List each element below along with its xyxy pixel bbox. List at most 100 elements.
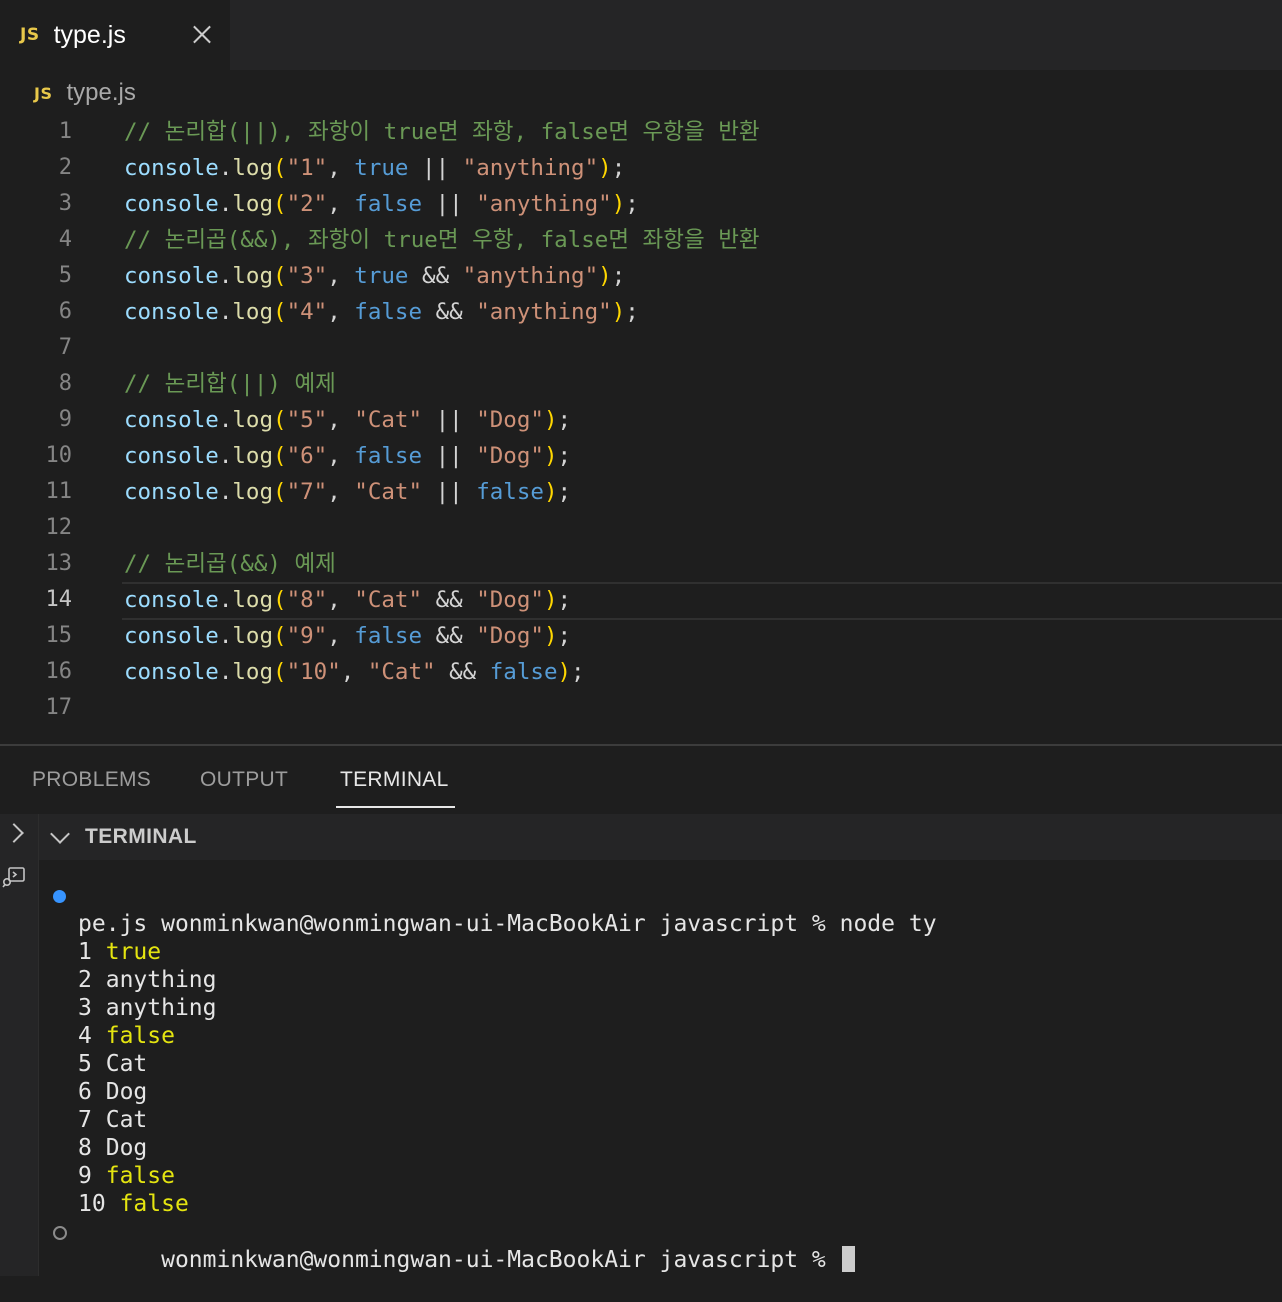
code-line[interactable]: 1 // 논리합(||), 좌항이 true면 좌항, false면 우항을 반환 bbox=[0, 114, 1282, 150]
code-token: log bbox=[232, 155, 274, 181]
code-text: // 논리곱(&&), 좌항이 true면 우항, false면 좌항을 반환 bbox=[124, 222, 760, 258]
line-number: 4 bbox=[58, 227, 72, 252]
terminal-output-line: 10 false bbox=[52, 1190, 1272, 1218]
output-value: false bbox=[105, 1023, 175, 1049]
output-value: anything bbox=[105, 967, 217, 993]
code-token: ; bbox=[571, 659, 585, 685]
line-number: 8 bbox=[58, 371, 72, 396]
code-token: && bbox=[408, 263, 463, 289]
code-line[interactable]: 5 console.log("3", true && "anything"); bbox=[0, 258, 1282, 294]
code-token: ) bbox=[557, 659, 572, 685]
code-text: console.log("8", "Cat" && "Dog"); bbox=[124, 582, 571, 618]
output-label: 8 bbox=[78, 1135, 92, 1161]
chevron-down-icon[interactable] bbox=[50, 824, 70, 844]
code-token: console bbox=[124, 479, 219, 505]
code-token: "5" bbox=[286, 407, 328, 433]
code-token: "1" bbox=[286, 155, 328, 181]
code-text: console.log("5", "Cat" || "Dog"); bbox=[124, 402, 571, 438]
code-text: // 논리곱(&&) 예제 bbox=[124, 546, 336, 582]
code-token: . bbox=[218, 299, 233, 325]
code-token: // 논리합(||) 예제 bbox=[124, 371, 336, 397]
code-token: . bbox=[218, 623, 233, 649]
terminal-output-line: 7 Cat bbox=[52, 1106, 1272, 1134]
close-icon[interactable] bbox=[190, 22, 214, 46]
line-number: 10 bbox=[45, 443, 73, 468]
code-token: ; bbox=[557, 479, 572, 505]
terminal-cursor bbox=[841, 1246, 855, 1272]
code-line[interactable]: 16 console.log("10", "Cat" && false); bbox=[0, 654, 1282, 690]
code-token: . bbox=[218, 659, 233, 685]
code-token: log bbox=[232, 443, 274, 469]
code-token: true bbox=[354, 155, 409, 181]
terminal-prompt-line[interactable]: wonminkwan@wonmingwan-ui-MacBookAir java… bbox=[52, 1218, 1272, 1273]
code-line[interactable]: 17 bbox=[0, 690, 1282, 726]
code-text: console.log("3", true && "anything"); bbox=[124, 258, 625, 294]
terminal-output[interactable]: wonminkwan@wonmingwan-ui-MacBookAir java… bbox=[52, 882, 1272, 1273]
code-text: console.log("4", false && "anything"); bbox=[124, 294, 639, 330]
code-token: log bbox=[232, 623, 274, 649]
terminal-output-line: 2 anything bbox=[52, 966, 1272, 994]
code-token: "2" bbox=[286, 191, 328, 217]
code-token: ) bbox=[543, 479, 558, 505]
terminal-output-line: 6 Dog bbox=[52, 1078, 1272, 1106]
code-token: false bbox=[354, 299, 423, 325]
code-line[interactable]: 15 console.log("9", false && "Dog"); bbox=[0, 618, 1282, 654]
code-line[interactable]: 8 // 논리합(||) 예제 bbox=[0, 366, 1282, 402]
code-token: "anything" bbox=[462, 155, 599, 181]
breadcrumb-file[interactable]: type.js bbox=[66, 79, 135, 107]
code-token: ) bbox=[611, 299, 626, 325]
code-token: "Cat" bbox=[354, 479, 423, 505]
code-token: "9" bbox=[286, 623, 328, 649]
code-token: ; bbox=[625, 299, 639, 325]
code-text: // 논리합(||), 좌항이 true면 좌항, false면 우항을 반환 bbox=[124, 114, 760, 150]
code-line[interactable]: 13 // 논리곱(&&) 예제 bbox=[0, 546, 1282, 582]
line-number: 14 bbox=[45, 587, 73, 612]
output-label: 5 bbox=[78, 1051, 92, 1077]
code-token: console bbox=[124, 623, 219, 649]
code-token: "10" bbox=[286, 659, 341, 685]
code-token: && bbox=[422, 623, 477, 649]
output-label: 10 bbox=[78, 1191, 106, 1217]
code-token: "Dog" bbox=[476, 443, 544, 469]
code-token: log bbox=[232, 587, 274, 613]
active-tab-indicator bbox=[336, 806, 455, 808]
tab-terminal[interactable]: TERMINAL bbox=[340, 768, 449, 792]
code-token: , bbox=[327, 623, 355, 649]
tab-output[interactable]: OUTPUT bbox=[200, 768, 288, 792]
code-token: ; bbox=[557, 587, 572, 613]
code-token: "Cat" bbox=[354, 407, 423, 433]
code-token: ) bbox=[543, 407, 558, 433]
breadcrumb[interactable]: JS type.js bbox=[34, 76, 136, 110]
code-token: "4" bbox=[286, 299, 328, 325]
code-line[interactable]: 2 console.log("1", true || "anything"); bbox=[0, 150, 1282, 186]
code-line[interactable]: 7 bbox=[0, 330, 1282, 366]
chevron-right-icon[interactable] bbox=[4, 823, 24, 843]
code-editor[interactable]: 1 // 논리합(||), 좌항이 true면 좌항, false면 우항을 반환… bbox=[0, 114, 1282, 744]
code-token: "Cat" bbox=[354, 587, 423, 613]
terminal-section-header[interactable]: TERMINAL bbox=[39, 814, 1282, 860]
output-label: 7 bbox=[78, 1107, 92, 1133]
output-label: 3 bbox=[78, 995, 92, 1021]
code-token: ; bbox=[557, 407, 572, 433]
tab-type-js[interactable]: JS type.js bbox=[0, 0, 230, 70]
code-token: console bbox=[124, 191, 219, 217]
code-line[interactable]: 11 console.log("7", "Cat" || false); bbox=[0, 474, 1282, 510]
code-line[interactable]: 10 console.log("6", false || "Dog"); bbox=[0, 438, 1282, 474]
tab-label: type.js bbox=[53, 20, 126, 49]
line-number: 17 bbox=[45, 695, 73, 720]
code-token: "anything" bbox=[476, 299, 612, 325]
code-line[interactable]: 6 console.log("4", false && "anything"); bbox=[0, 294, 1282, 330]
code-token: console bbox=[124, 407, 219, 433]
tab-problems[interactable]: PROBLEMS bbox=[32, 768, 151, 792]
line-number: 7 bbox=[58, 335, 72, 360]
code-line[interactable]: 9 console.log("5", "Cat" || "Dog"); bbox=[0, 402, 1282, 438]
code-line[interactable]: 4 // 논리곱(&&), 좌항이 true면 우항, false면 좌항을 반환 bbox=[0, 222, 1282, 258]
terminal-icon[interactable] bbox=[2, 866, 26, 888]
code-token: "3" bbox=[286, 263, 328, 289]
code-line[interactable]: 14 console.log("8", "Cat" && "Dog"); bbox=[0, 582, 1282, 620]
code-token: "Cat" bbox=[367, 659, 436, 685]
code-text: console.log("7", "Cat" || false); bbox=[124, 474, 571, 510]
code-line[interactable]: 3 console.log("2", false || "anything"); bbox=[0, 186, 1282, 222]
code-token: || bbox=[422, 443, 477, 469]
code-line[interactable]: 12 bbox=[0, 510, 1282, 546]
